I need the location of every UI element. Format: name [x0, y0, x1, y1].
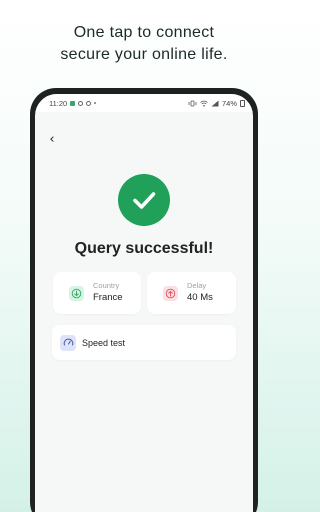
- status-bar-left: 11:20: [49, 98, 97, 108]
- speed-test-label: Speed test: [82, 337, 126, 348]
- success-badge: [118, 174, 170, 226]
- arrow-up-icon: [165, 288, 176, 299]
- app-screen: 11:20 74% ‹ Query successful! Country Fr…: [35, 94, 253, 512]
- phone-frame: 11:20 74% ‹ Query successful! Country Fr…: [30, 88, 258, 512]
- back-button[interactable]: ‹: [45, 131, 59, 147]
- settings-notification-icon: [86, 100, 92, 106]
- delay-label: Delay: [187, 281, 207, 290]
- delay-icon-box: [163, 286, 178, 301]
- chevron-left-icon: ‹: [49, 131, 55, 147]
- speed-test-button[interactable]: Speed test: [52, 325, 236, 360]
- speed-icon-box: [60, 334, 76, 351]
- country-value: France: [93, 292, 123, 303]
- delay-value: 40 Ms: [187, 292, 213, 303]
- promo-line-2: secure your online life.: [60, 46, 228, 63]
- country-card: Country France: [53, 272, 141, 314]
- sync-icon: [78, 100, 84, 106]
- status-bar: 11:20 74%: [35, 94, 253, 112]
- signal-icon: [211, 100, 219, 106]
- more-notifications-icon: [94, 102, 97, 104]
- status-time: 11:20: [49, 98, 68, 108]
- result-title: Query successful!: [74, 240, 214, 257]
- wifi-icon: [200, 100, 208, 107]
- checkmark-icon: [133, 192, 156, 209]
- promo-line-1: One tap to connect: [73, 24, 215, 41]
- country-icon-box: [69, 286, 84, 301]
- status-bar-right: 74%: [188, 99, 245, 108]
- country-label: Country: [93, 281, 120, 290]
- battery-percent: 74%: [221, 98, 237, 108]
- battery-icon: [240, 99, 245, 107]
- arrow-down-icon: [71, 288, 82, 299]
- notification-icon: [70, 100, 76, 106]
- promo-headline: One tap to connect secure your online li…: [0, 22, 288, 66]
- vibrate-icon: [188, 100, 197, 106]
- delay-card: Delay 40 Ms: [147, 272, 236, 314]
- speedometer-icon: [63, 338, 73, 346]
